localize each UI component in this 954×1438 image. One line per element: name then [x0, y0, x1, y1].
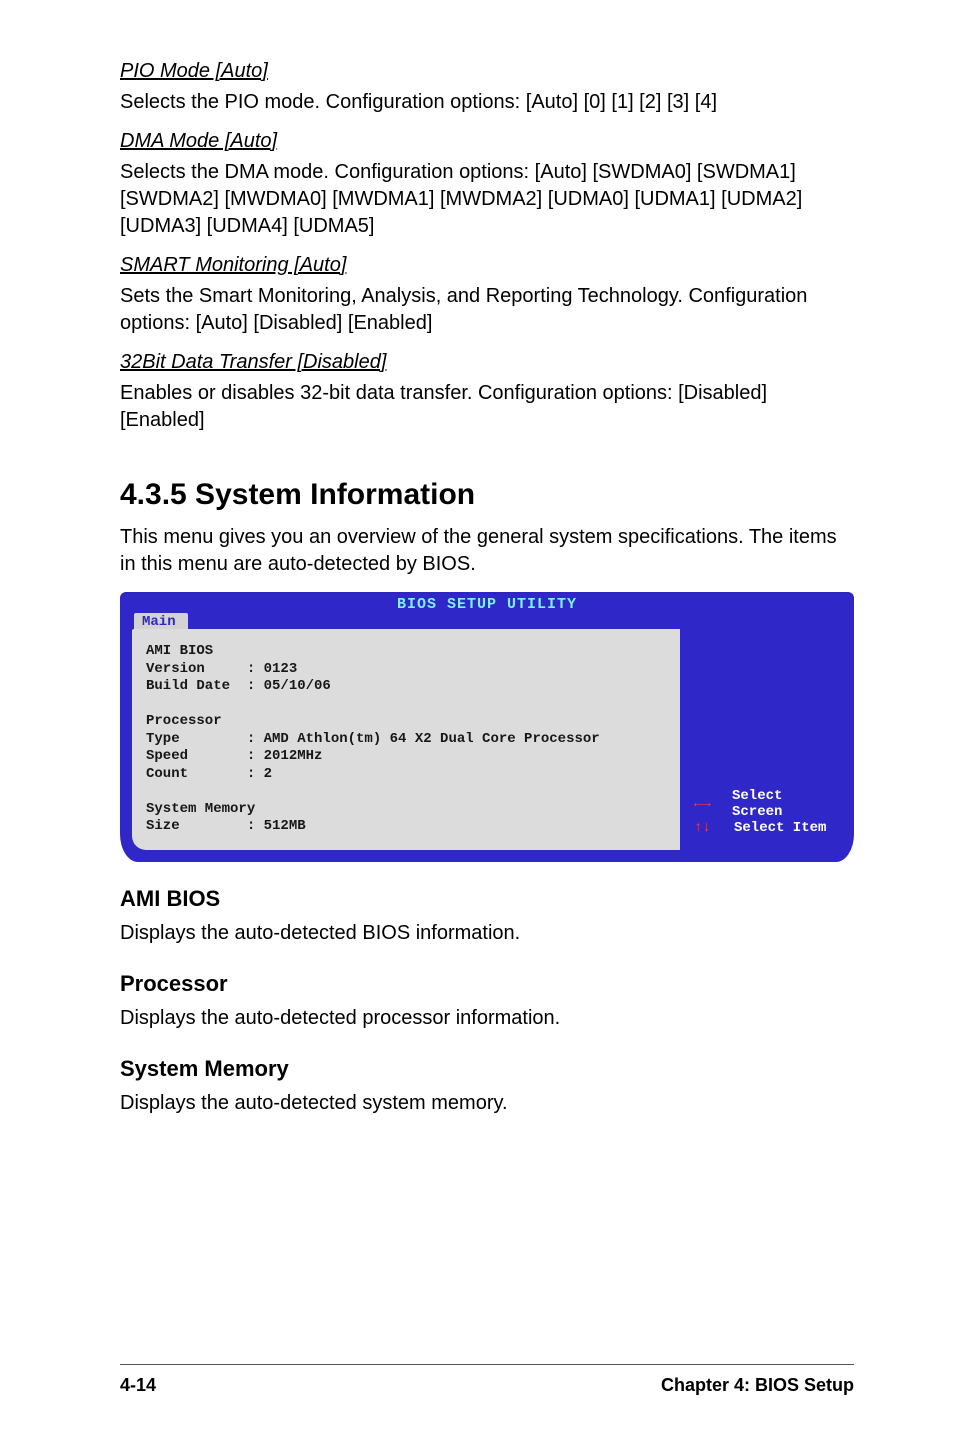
ami-bios-desc: Displays the auto-detected BIOS informat… — [120, 920, 854, 947]
smart-desc: Sets the Smart Monitoring, Analysis, and… — [120, 283, 854, 337]
processor-desc: Displays the auto-detected processor inf… — [120, 1005, 854, 1032]
ami-bios-heading: AMI BIOS — [120, 886, 854, 912]
system-memory-desc: Displays the auto-detected system memory… — [120, 1090, 854, 1117]
nav-row-item: ↑↓ Select Item — [694, 820, 832, 836]
bios-tab-row: Main — [120, 613, 854, 629]
page-number: 4-14 — [120, 1375, 156, 1396]
bios-info-panel: AMI BIOS Version : 0123 Build Date : 05/… — [132, 629, 680, 850]
pio-mode-desc: Selects the PIO mode. Configuration opti… — [120, 89, 854, 116]
chapter-label: Chapter 4: BIOS Setup — [661, 1375, 854, 1396]
processor-heading: Processor — [120, 971, 854, 997]
bios-screenshot: BIOS SETUP UTILITY Main AMI BIOS Version… — [120, 592, 854, 862]
32bit-heading: 32Bit Data Transfer [Disabled] — [120, 351, 854, 374]
smart-heading: SMART Monitoring [Auto] — [120, 254, 854, 277]
section-intro: This menu gives you an overview of the g… — [120, 524, 854, 578]
arrow-up-down-icon: ↑↓ — [694, 820, 718, 836]
32bit-desc: Enables or disables 32-bit data transfer… — [120, 380, 854, 434]
nav-label-screen: Select Screen — [732, 788, 832, 820]
page-footer: 4-14 Chapter 4: BIOS Setup — [120, 1364, 854, 1396]
section-title: 4.3.5 System Information — [120, 478, 854, 512]
dma-mode-heading: DMA Mode [Auto] — [120, 130, 854, 153]
bios-nav-hints: ←→ Select Screen ↑↓ Select Item — [680, 629, 842, 850]
dma-mode-desc: Selects the DMA mode. Configuration opti… — [120, 159, 854, 240]
system-memory-heading: System Memory — [120, 1056, 854, 1082]
bios-title: BIOS SETUP UTILITY — [120, 592, 854, 613]
arrow-left-right-icon: ←→ — [694, 796, 716, 812]
pio-mode-heading: PIO Mode [Auto] — [120, 60, 854, 83]
bios-tab-main: Main — [134, 613, 188, 629]
nav-row-screen: ←→ Select Screen — [694, 788, 832, 820]
nav-label-item: Select Item — [734, 820, 826, 836]
